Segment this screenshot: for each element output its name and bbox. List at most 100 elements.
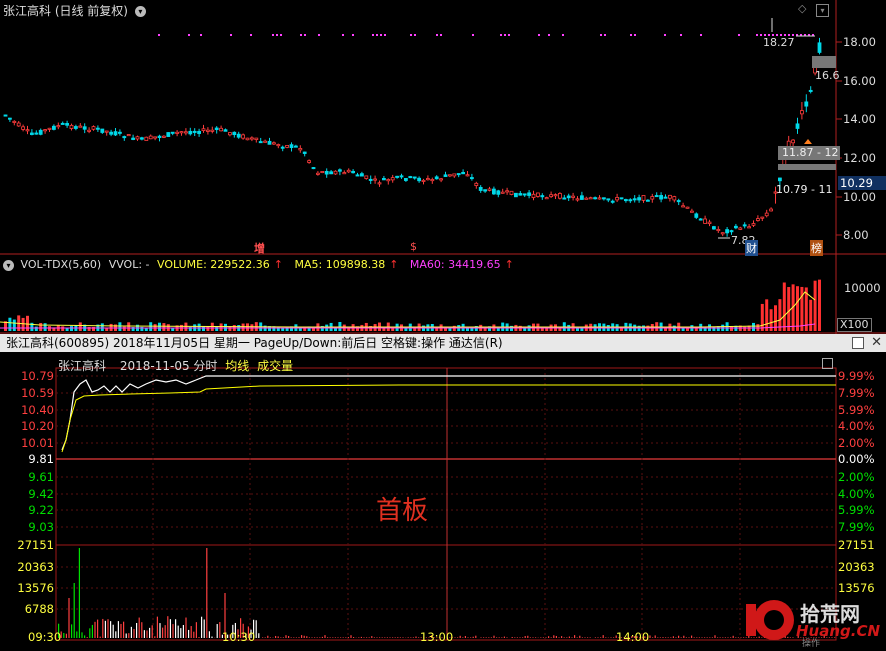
intraday-volume-bar bbox=[84, 635, 85, 638]
intraday-volume-bar bbox=[146, 630, 147, 638]
left-price-label: 10.20 bbox=[0, 419, 54, 433]
volume-axis-left: 13576 bbox=[0, 581, 54, 595]
intraday-volume-bar bbox=[66, 634, 67, 638]
volume-axis-right: 13576 bbox=[838, 581, 875, 595]
intraday-volume-bar bbox=[115, 631, 116, 638]
volume-axis-left: 27151 bbox=[0, 538, 54, 552]
intraday-volume-bar bbox=[167, 616, 168, 638]
left-price-label: 9.22 bbox=[0, 503, 54, 517]
panel-resize-icon[interactable] bbox=[822, 358, 833, 369]
right-pct-label: 4.00% bbox=[838, 419, 875, 433]
right-pct-label: 5.99% bbox=[838, 403, 875, 417]
intraday-volume-bar bbox=[144, 630, 145, 638]
right-pct-label: 2.00% bbox=[838, 436, 875, 450]
volume-axis-right: 27151 bbox=[838, 538, 875, 552]
time-axis-label: 09:30 bbox=[28, 630, 61, 644]
right-pct-label: 5.99% bbox=[838, 503, 875, 517]
intraday-volume-bar bbox=[198, 637, 199, 638]
left-price-label: 10.40 bbox=[0, 403, 54, 417]
intraday-volume-bar bbox=[79, 548, 80, 638]
intraday-volume-bar bbox=[159, 623, 160, 638]
intraday-volume-bar bbox=[154, 636, 155, 638]
intraday-volume-bar bbox=[178, 626, 179, 638]
time-axis-label: 10:30 bbox=[222, 630, 255, 644]
time-axis-label: 13:00 bbox=[420, 630, 453, 644]
intraday-volume-bar bbox=[172, 624, 173, 638]
intraday-volume-bar bbox=[157, 617, 158, 638]
intraday-volume-bar bbox=[193, 632, 194, 638]
intraday-volume-bar bbox=[68, 598, 69, 638]
intraday-volume-bar bbox=[87, 637, 88, 638]
time-axis-label: 14:00 bbox=[616, 630, 649, 644]
intraday-chart bbox=[0, 0, 886, 649]
intraday-volume-bar bbox=[196, 622, 197, 638]
left-price-label: 9.03 bbox=[0, 520, 54, 534]
intraday-volume-bar bbox=[131, 627, 132, 638]
intraday-volume-bar bbox=[113, 625, 114, 638]
left-price-label: 10.79 bbox=[0, 369, 54, 383]
intraday-volume-bar bbox=[165, 625, 166, 638]
right-pct-label: 7.99% bbox=[838, 520, 875, 534]
intraday-volume-bar bbox=[175, 619, 176, 638]
right-pct-label: 4.00% bbox=[838, 487, 875, 501]
intraday-volume-bar bbox=[74, 583, 75, 638]
intraday-volume-bar bbox=[128, 633, 129, 638]
left-price-label: 10.01 bbox=[0, 436, 54, 450]
intraday-volume-bar bbox=[118, 621, 119, 638]
intraday-volume-bar bbox=[188, 630, 189, 638]
intraday-volume-bar bbox=[206, 548, 207, 638]
volume-legend: 成交量 bbox=[257, 359, 293, 373]
intraday-volume-bar bbox=[152, 625, 153, 638]
intraday-stock-name: 张江高科 bbox=[58, 359, 106, 373]
intraday-volume-bar bbox=[89, 628, 90, 638]
watermark-text: 首板 bbox=[376, 490, 428, 527]
intraday-volume-bar bbox=[123, 622, 124, 638]
intraday-volume-bar bbox=[92, 625, 93, 638]
intraday-volume-bar bbox=[81, 632, 82, 638]
intraday-volume-bar bbox=[201, 617, 202, 638]
intraday-volume-bar bbox=[110, 621, 111, 638]
intraday-volume-bar bbox=[105, 621, 106, 638]
intraday-volume-bar bbox=[256, 620, 257, 638]
intraday-volume-bar bbox=[126, 633, 127, 638]
intraday-volume-bar bbox=[191, 626, 192, 638]
left-price-label: 9.61 bbox=[0, 470, 54, 484]
intraday-volume-bar bbox=[139, 618, 140, 638]
intraday-volume-bar bbox=[211, 637, 212, 638]
right-pct-label: 0.00% bbox=[838, 452, 875, 466]
intraday-volume-bar bbox=[76, 631, 77, 638]
logo-sub: 操作 bbox=[802, 636, 820, 649]
intraday-volume-bar bbox=[94, 622, 95, 638]
intraday-volume-bar bbox=[63, 633, 64, 638]
intraday-volume-bar bbox=[217, 624, 218, 638]
left-price-label: 9.81 bbox=[0, 452, 54, 466]
intraday-volume-bar bbox=[219, 622, 220, 638]
intraday-volume-bar bbox=[107, 619, 108, 638]
left-price-label: 9.42 bbox=[0, 487, 54, 501]
volume-axis-right: 20363 bbox=[838, 560, 875, 574]
intraday-volume-bar bbox=[209, 631, 210, 638]
volume-axis-left: 20363 bbox=[0, 560, 54, 574]
intraday-date: 2018-11-05 分时 bbox=[120, 359, 218, 373]
intraday-volume-bar bbox=[170, 619, 171, 638]
left-price-label: 10.59 bbox=[0, 386, 54, 400]
avg-line-legend: 均线 bbox=[225, 359, 249, 373]
intraday-volume-bar bbox=[120, 624, 121, 638]
intraday-volume-bar bbox=[141, 622, 142, 638]
intraday-volume-bar bbox=[185, 618, 186, 638]
intraday-volume-bar bbox=[149, 628, 150, 638]
intraday-volume-bar bbox=[133, 629, 134, 638]
intraday-volume-bar bbox=[97, 620, 98, 638]
intraday-volume-bar bbox=[100, 637, 101, 638]
intraday-volume-bar bbox=[180, 628, 181, 638]
intraday-header: 张江高科 2018-11-05 分时 均线 成交量 bbox=[58, 357, 293, 374]
intraday-volume-bar bbox=[102, 619, 103, 638]
right-pct-label: 2.00% bbox=[838, 470, 875, 484]
right-pct-label: 7.99% bbox=[838, 386, 875, 400]
intraday-volume-bar bbox=[204, 619, 205, 638]
site-logo: 拾荒网 Huang.CN 操作 bbox=[744, 598, 884, 651]
intraday-volume-bar bbox=[162, 628, 163, 638]
intraday-volume-bar bbox=[183, 625, 184, 638]
intraday-volume-bar bbox=[71, 624, 72, 638]
intraday-volume-bar bbox=[258, 633, 259, 638]
